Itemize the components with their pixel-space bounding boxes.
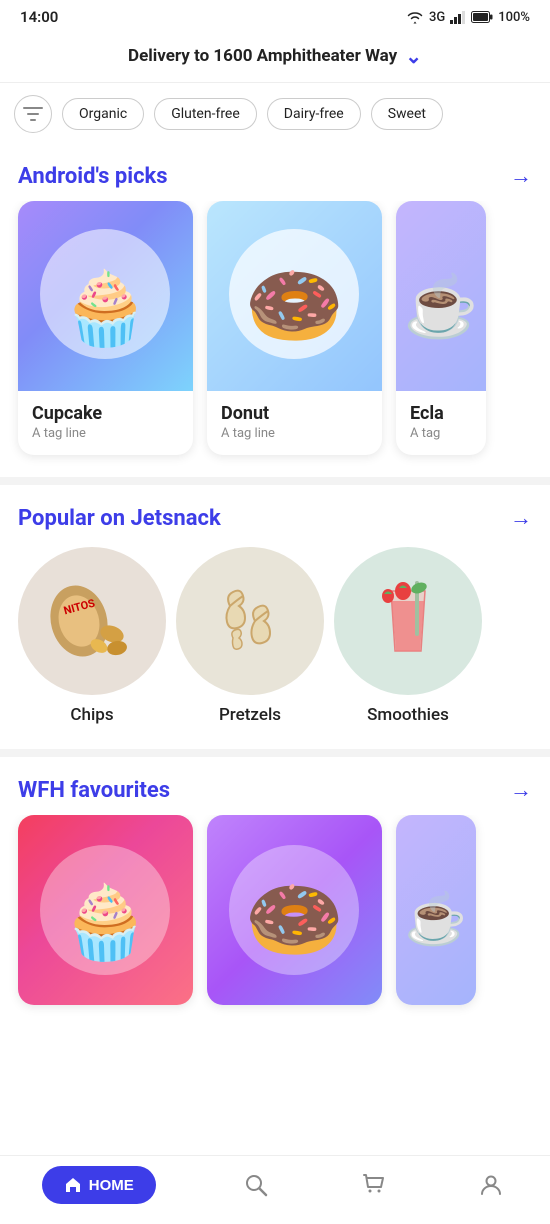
wfh-arrow[interactable]: → — [510, 777, 532, 803]
chip-organic[interactable]: Organic — [62, 98, 144, 130]
wfh-cupcake-image: 🧁 — [18, 815, 193, 1005]
chip-sweet[interactable]: Sweet — [371, 98, 443, 130]
pretzels-label: Pretzels — [219, 705, 281, 725]
popular-item-chips[interactable]: NITOS Chips — [18, 547, 166, 725]
pick-card-cupcake[interactable]: 🧁 Cupcake A tag line — [18, 201, 193, 455]
androids-picks-header: Android's picks → — [0, 145, 550, 201]
chips-circle: NITOS — [18, 547, 166, 695]
home-icon — [64, 1176, 82, 1194]
donut-info: Donut A tag line — [207, 391, 382, 455]
chip-gluten-free[interactable]: Gluten-free — [154, 98, 257, 130]
network-label: 3G — [429, 10, 445, 25]
wfh-scroll: 🧁 🍩 ☕ — [0, 815, 550, 1025]
smoothies-illustration — [353, 566, 463, 676]
wfh-card-donut[interactable]: 🍩 — [207, 815, 382, 1005]
wfh-header: WFH favourites → — [0, 759, 550, 815]
popular-arrow[interactable]: → — [510, 505, 532, 531]
wifi-icon — [406, 10, 424, 24]
popular-title: Popular on Jetsnack — [18, 506, 221, 531]
wfh-card-cupcake[interactable]: 🧁 — [18, 815, 193, 1005]
battery-label: 100% — [498, 10, 530, 25]
status-icons: 3G 100% — [406, 10, 530, 25]
donut-name: Donut — [221, 403, 368, 424]
cart-button[interactable] — [357, 1168, 391, 1202]
chevron-down-icon[interactable]: ⌄ — [405, 44, 422, 68]
eclair-image: ☕ — [396, 201, 486, 391]
pick-card-eclair[interactable]: ☕ Ecla A tag — [396, 201, 486, 455]
delivery-header[interactable]: Delivery to 1600 Amphitheater Way ⌄ — [0, 34, 550, 83]
wfh-donut-image: 🍩 — [207, 815, 382, 1005]
chips-label: Chips — [70, 705, 113, 725]
popular-header: Popular on Jetsnack → — [0, 487, 550, 543]
androids-picks-arrow[interactable]: → — [510, 163, 532, 189]
pretzels-illustration — [195, 566, 305, 676]
cupcake-tagline: A tag line — [32, 426, 179, 441]
chip-dairy-free[interactable]: Dairy-free — [267, 98, 361, 130]
smoothies-circle — [334, 547, 482, 695]
pretzels-circle — [176, 547, 324, 695]
cupcake-name: Cupcake — [32, 403, 179, 424]
pick-card-donut[interactable]: 🍩 Donut A tag line — [207, 201, 382, 455]
chips-illustration: NITOS — [37, 566, 147, 676]
popular-scroll: NITOS Chips — [0, 543, 550, 747]
wfh-title: WFH favourites — [18, 778, 170, 803]
donut-tagline: A tag line — [221, 426, 368, 441]
androids-picks-title: Android's picks — [18, 164, 168, 189]
signal-icon — [450, 10, 466, 24]
status-bar: 14:00 3G 100% — [0, 0, 550, 34]
search-icon — [243, 1172, 269, 1198]
wfh-card-eclair[interactable]: ☕ — [396, 815, 476, 1005]
home-button[interactable]: HOME — [42, 1166, 156, 1204]
eclair-info: Ecla A tag — [396, 391, 486, 455]
bottom-nav: HOME — [0, 1155, 550, 1224]
cart-icon — [361, 1172, 387, 1198]
home-label: HOME — [89, 1177, 134, 1194]
cupcake-image: 🧁 — [18, 201, 193, 391]
filter-row: Organic Gluten-free Dairy-free Sweet — [0, 83, 550, 145]
smoothies-label: Smoothies — [367, 705, 449, 725]
eclair-tagline: A tag — [410, 426, 472, 441]
donut-image: 🍩 — [207, 201, 382, 391]
popular-item-pretzels[interactable]: Pretzels — [176, 547, 324, 725]
section-divider-1 — [0, 477, 550, 485]
delivery-address: Delivery to 1600 Amphitheater Way — [128, 46, 397, 66]
battery-icon — [471, 11, 493, 23]
status-time: 14:00 — [20, 8, 58, 26]
eclair-name: Ecla — [410, 403, 472, 424]
popular-item-smoothies[interactable]: Smoothies — [334, 547, 482, 725]
cupcake-info: Cupcake A tag line — [18, 391, 193, 455]
filter-icon — [23, 106, 43, 122]
profile-button[interactable] — [474, 1168, 508, 1202]
filter-icon-button[interactable] — [14, 95, 52, 133]
search-button[interactable] — [239, 1168, 273, 1202]
wfh-eclair-image: ☕ — [396, 815, 476, 1005]
picks-scroll: 🧁 Cupcake A tag line 🍩 Donut A tag line … — [0, 201, 550, 475]
profile-icon — [478, 1172, 504, 1198]
section-divider-2 — [0, 749, 550, 757]
